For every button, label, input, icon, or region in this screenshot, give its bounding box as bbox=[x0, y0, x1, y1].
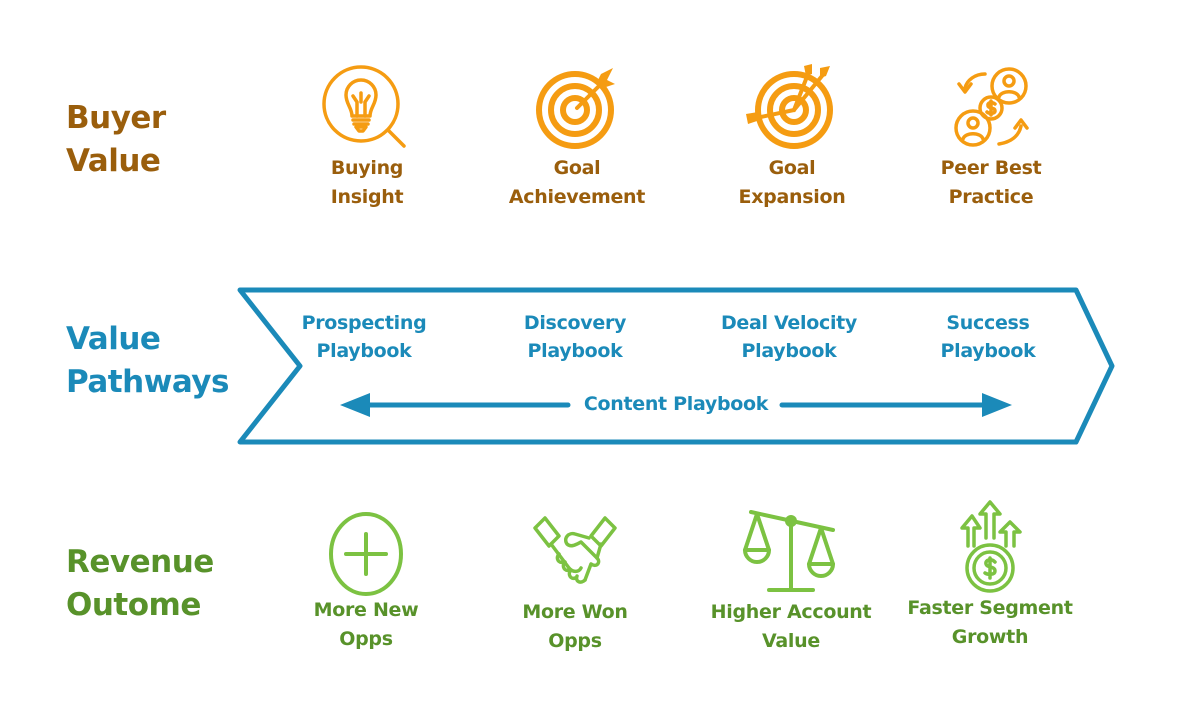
caption-line: Value bbox=[762, 630, 820, 652]
caption: More Won Opps bbox=[475, 598, 675, 656]
caption-line: Faster Segment bbox=[907, 597, 1073, 619]
content-playbook-label: Content Playbook bbox=[583, 393, 769, 415]
playbook-line: Playbook bbox=[741, 340, 837, 362]
caption-line: Opps bbox=[548, 630, 602, 652]
playbook-discovery: Discovery Playbook bbox=[475, 309, 675, 365]
playbook-line: Success bbox=[946, 312, 1030, 334]
playbook-line: Playbook bbox=[940, 340, 1036, 362]
revenue-item-faster-segment-growth: Faster Segment Growth bbox=[890, 498, 1090, 652]
caption-line: Growth bbox=[951, 626, 1029, 648]
caption-line: More Won bbox=[522, 601, 628, 623]
arrow-right-icon bbox=[982, 393, 1012, 417]
caption-line: More New bbox=[313, 599, 419, 621]
caption-line: Higher Account bbox=[710, 601, 872, 623]
caption: Faster Segment Growth bbox=[890, 594, 1090, 652]
playbook-deal-velocity: Deal Velocity Playbook bbox=[689, 309, 889, 365]
handshake-icon bbox=[533, 516, 617, 584]
playbook-success: Success Playbook bbox=[888, 309, 1088, 365]
arrow-left-icon bbox=[340, 393, 370, 417]
caption: Higher Account Value bbox=[691, 598, 891, 656]
playbook-prospecting: Prospecting Playbook bbox=[264, 309, 464, 365]
playbook-line: Discovery bbox=[523, 312, 627, 334]
dollar-growth-arrows-icon bbox=[960, 500, 1022, 593]
revenue-item-more-won-opps: More Won Opps bbox=[475, 510, 675, 656]
caption: More New Opps bbox=[266, 596, 466, 654]
plus-circle-icon bbox=[329, 512, 403, 596]
playbook-line: Playbook bbox=[316, 340, 412, 362]
balance-scale-icon bbox=[743, 510, 835, 592]
revenue-item-higher-account-value: Higher Account Value bbox=[691, 506, 891, 656]
playbook-line: Playbook bbox=[527, 340, 623, 362]
revenue-item-more-new-opps: More New Opps bbox=[266, 510, 466, 654]
caption-line: Opps bbox=[339, 628, 393, 650]
playbook-line: Deal Velocity bbox=[720, 312, 858, 334]
playbook-line: Prospecting bbox=[301, 312, 427, 334]
